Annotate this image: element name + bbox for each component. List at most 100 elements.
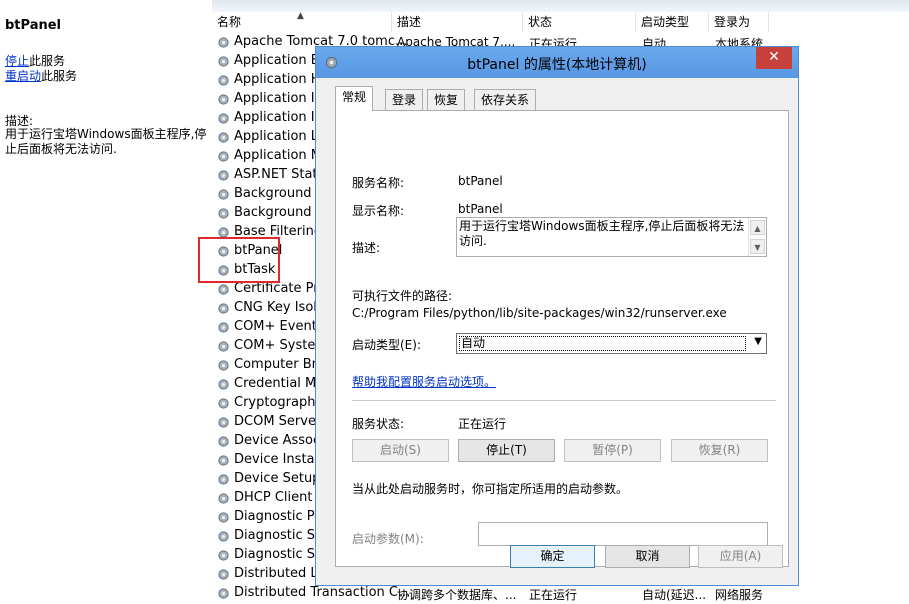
service-gear-icon bbox=[218, 37, 229, 48]
display-name-value: btPanel bbox=[458, 202, 503, 216]
cancel-button[interactable]: 取消 bbox=[605, 545, 690, 568]
selected-service-title: btPanel bbox=[5, 18, 61, 33]
service-name-cell: Diagnostic Po bbox=[234, 509, 323, 524]
startup-type-select[interactable]: 自动 ▼ bbox=[456, 333, 767, 354]
service-gear-icon bbox=[218, 360, 229, 371]
stop-service-link[interactable]: 停止 bbox=[5, 54, 29, 68]
list-header: 名称 ▲ 描述 状态 启动类型 登录为 bbox=[212, 11, 909, 32]
description-textbox[interactable]: 用于运行宝塔Windows面板主程序,停止后面板将无法访问. ▲ ▼ bbox=[456, 217, 767, 257]
service-gear-icon bbox=[218, 493, 229, 504]
service-gear-icon bbox=[218, 379, 229, 390]
restart-service-link[interactable]: 重启动 bbox=[5, 69, 41, 83]
service-name-cell: DHCP Client bbox=[234, 490, 313, 505]
service-gear-icon bbox=[218, 284, 229, 295]
service-name-cell: ASP.NET State bbox=[234, 167, 326, 182]
tab-general[interactable]: 常规 bbox=[335, 86, 374, 111]
column-header-name[interactable]: 名称 ▲ bbox=[212, 11, 392, 32]
tab-dependencies[interactable]: 依存关系 bbox=[474, 89, 537, 110]
service-status-label: 服务状态: bbox=[352, 417, 405, 431]
service-gear-icon bbox=[218, 417, 229, 428]
startup-type-label: 启动类型(E): bbox=[352, 338, 421, 352]
service-gear-icon bbox=[218, 151, 229, 162]
service-gear-icon bbox=[218, 75, 229, 86]
display-name-label: 显示名称: bbox=[352, 204, 405, 218]
scroll-down-icon[interactable]: ▼ bbox=[750, 239, 765, 254]
stop-service-suffix: 此服务 bbox=[29, 54, 66, 68]
resume-button[interactable]: 恢复(R) bbox=[671, 439, 768, 462]
start-params-hint: 当从此处启动服务时，你可指定所适用的启动参数。 bbox=[352, 482, 629, 496]
service-name-cell: Background T bbox=[234, 205, 324, 220]
service-name-cell: Background In bbox=[234, 186, 328, 201]
service-logon-cell: 网络服务 bbox=[715, 588, 764, 602]
help-configure-link[interactable]: 帮助我配置服务启动选项。 bbox=[352, 373, 496, 390]
service-gear-icon bbox=[218, 113, 229, 124]
service-name-cell: Application La bbox=[234, 129, 326, 144]
description-field-text: 用于运行宝塔Windows面板主程序,停止后面板将无法访问. bbox=[459, 219, 745, 248]
service-name-cell: Application Id bbox=[234, 91, 323, 106]
service-gear-icon bbox=[218, 531, 229, 542]
properties-dialog: btPanel 的属性(本地计算机) ✕ 常规 登录 恢复 依存关系 服务名称:… bbox=[315, 46, 799, 586]
startup-type-value: 自动 bbox=[459, 336, 746, 351]
service-gear-icon bbox=[218, 512, 229, 523]
service-name-cell: CNG Key Isola bbox=[234, 300, 325, 315]
scroll-up-icon[interactable]: ▲ bbox=[750, 220, 765, 235]
service-gear-icon bbox=[218, 56, 229, 67]
service-gear-icon bbox=[218, 455, 229, 466]
column-header-logon[interactable]: 登录为 bbox=[709, 12, 769, 32]
service-gear-icon bbox=[218, 170, 229, 181]
start-button[interactable]: 启动(S) bbox=[352, 439, 449, 462]
service-name-cell: Certificate Pro bbox=[234, 281, 327, 296]
description-scrollbar[interactable]: ▲ ▼ bbox=[748, 218, 766, 256]
chevron-down-icon: ▼ bbox=[754, 336, 762, 347]
start-params-input[interactable] bbox=[478, 522, 768, 546]
general-tab-panel: 服务名称: btPanel 显示名称: btPanel 描述: 用于运行宝塔Wi… bbox=[335, 110, 789, 567]
separator bbox=[352, 400, 776, 401]
column-header-description[interactable]: 描述 bbox=[392, 12, 523, 32]
service-gear-icon bbox=[218, 398, 229, 409]
service-gear-icon bbox=[218, 550, 229, 561]
service-gear-icon bbox=[218, 474, 229, 485]
service-gear-icon bbox=[218, 569, 229, 580]
dialog-body: 常规 登录 恢复 依存关系 服务名称: btPanel 显示名称: btPane… bbox=[324, 78, 790, 577]
restart-service-row: 重启动此服务 bbox=[5, 67, 77, 84]
service-gear-icon bbox=[218, 588, 229, 599]
list-top-strip bbox=[212, 0, 909, 12]
dialog-title: btPanel 的属性(本地计算机) bbox=[467, 57, 647, 73]
sort-ascending-icon: ▲ bbox=[297, 11, 304, 21]
pause-button[interactable]: 暂停(P) bbox=[564, 439, 661, 462]
close-button[interactable]: ✕ bbox=[756, 47, 792, 69]
stop-button[interactable]: 停止(T) bbox=[458, 439, 555, 462]
service-name-cell: Application H bbox=[234, 72, 321, 87]
start-params-label: 启动参数(M): bbox=[352, 532, 424, 546]
column-header-status[interactable]: 状态 bbox=[523, 12, 636, 32]
left-pane: btPanel 停止此服务 重启动此服务 描述: 用于运行宝塔Windows面板… bbox=[0, 0, 210, 604]
service-gear-icon bbox=[218, 303, 229, 314]
service-name-value: btPanel bbox=[458, 174, 503, 188]
ok-button[interactable]: 确定 bbox=[510, 545, 595, 568]
service-name-cell: Application Ex bbox=[234, 53, 327, 68]
service-name-cell: Application In bbox=[234, 110, 323, 125]
service-name-cell: Diagnostic Se bbox=[234, 528, 324, 543]
service-gear-icon bbox=[218, 436, 229, 447]
service-name-cell: Device Associ bbox=[234, 433, 324, 448]
column-header-startup-type[interactable]: 启动类型 bbox=[636, 12, 709, 32]
dialog-titlebar[interactable]: btPanel 的属性(本地计算机) ✕ bbox=[316, 47, 798, 78]
description-field-label: 描述: bbox=[352, 241, 381, 255]
tab-logon[interactable]: 登录 bbox=[385, 89, 424, 110]
service-desc-cell: 协调跨多个数据库、... bbox=[397, 588, 517, 602]
service-name-cell: Device Setup bbox=[234, 471, 321, 486]
service-gear-icon bbox=[218, 208, 229, 219]
description-text: 用于运行宝塔Windows面板主程序,停止后面板将无法访问. bbox=[5, 127, 207, 156]
service-gear-icon bbox=[218, 322, 229, 333]
service-name-cell: Distributed Li bbox=[234, 566, 322, 581]
service-name-cell: COM+ System bbox=[234, 338, 329, 353]
tab-recovery[interactable]: 恢复 bbox=[427, 89, 466, 110]
service-name-cell: Distributed Transaction C... bbox=[234, 585, 411, 600]
service-status-value: 正在运行 bbox=[458, 417, 507, 431]
exe-path-label: 可执行文件的路径: bbox=[352, 289, 453, 303]
list-item[interactable]: Distributed Transaction C... 协调跨多个数据库、...… bbox=[212, 584, 909, 603]
service-startup-cell: 自动(延迟... bbox=[642, 588, 707, 602]
service-name-cell: Diagnostic Sy bbox=[234, 547, 323, 562]
apply-button[interactable]: 应用(A) bbox=[698, 545, 783, 568]
service-name-label: 服务名称: bbox=[352, 176, 405, 190]
